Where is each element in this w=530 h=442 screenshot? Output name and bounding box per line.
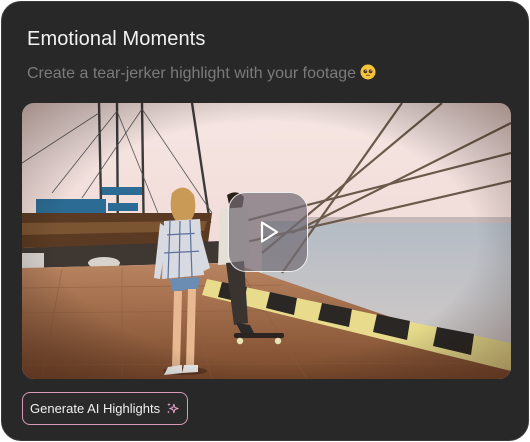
sparkles-icon <box>167 402 179 414</box>
pleading-face-emoji-icon <box>360 64 376 80</box>
subtitle-text: Create a tear-jerker highlight with your… <box>27 65 357 82</box>
card-title: Emotional Moments <box>27 28 206 50</box>
generate-button-label: Generate AI Highlights <box>30 401 161 416</box>
card-subtitle: Create a tear-jerker highlight with your… <box>27 64 376 83</box>
generate-ai-highlights-button[interactable]: Generate AI Highlights <box>22 392 189 425</box>
video-thumbnail[interactable] <box>22 103 511 379</box>
play-icon <box>260 221 279 243</box>
play-button[interactable] <box>228 192 308 272</box>
emotional-moments-card: Emotional Moments Create a tear-jerker h… <box>1 1 529 441</box>
